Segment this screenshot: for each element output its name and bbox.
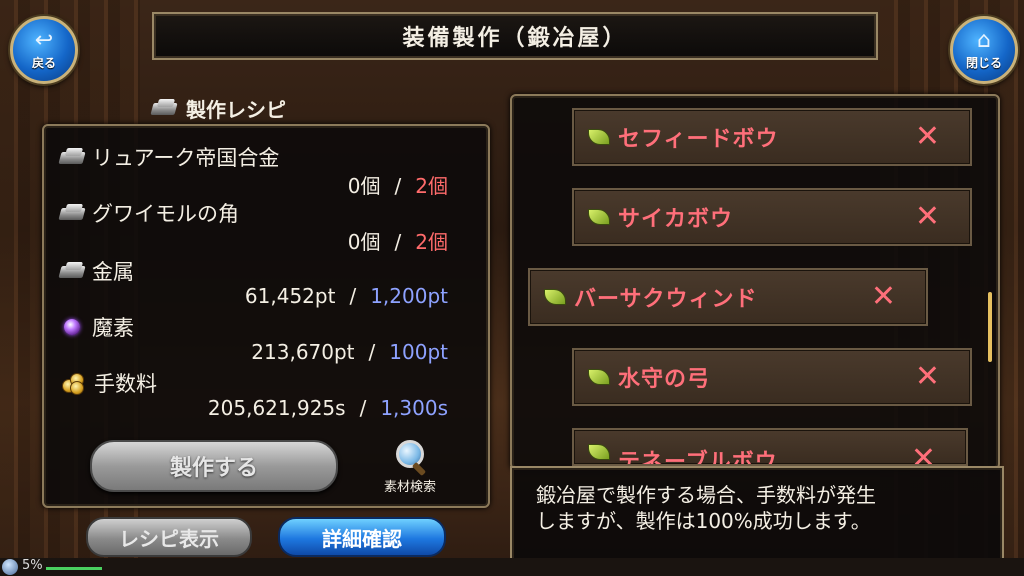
description-text: 鍛冶屋で製作する場合、手数料が発生 しますが、製作は100%成功します。	[536, 482, 876, 534]
status-bar	[0, 558, 1024, 576]
craft-button[interactable]: 製作する	[90, 440, 338, 492]
unavailable-x-icon: ✕	[914, 359, 940, 394]
material-name: リュアーク帝国合金	[92, 146, 280, 170]
material-quantity: 0個 / 2個	[348, 170, 448, 199]
bow-icon	[588, 209, 610, 225]
separator: /	[349, 284, 357, 308]
back-button[interactable]: ↩ 戻る	[10, 16, 78, 84]
bow-icon	[588, 129, 610, 145]
material-quantity: 0個 / 2個	[348, 226, 448, 255]
material-search-button[interactable]: 素材検索	[370, 438, 450, 498]
back-arrow-icon: ↩	[34, 27, 54, 53]
battery-level-bar	[46, 567, 102, 570]
details-button[interactable]: 詳細確認	[278, 517, 446, 557]
battery-icon	[2, 559, 18, 575]
material-row: 金属	[58, 256, 134, 286]
battery-percent: 5%	[22, 558, 43, 573]
recipe-title-text: 製作レシピ	[186, 97, 286, 122]
description-line: 鍛冶屋で製作する場合、手数料が発生	[536, 483, 876, 507]
ingot-icon	[58, 204, 86, 222]
unavailable-x-icon: ✕	[914, 119, 940, 154]
unavailable-x-icon: ✕	[910, 441, 936, 466]
home-icon: ⌂	[977, 27, 991, 53]
bow-icon	[544, 289, 566, 305]
coins-icon	[62, 373, 84, 395]
item-name: テネーブルボウ	[618, 450, 778, 466]
list-item-selected[interactable]: バーサクウィンド ✕	[528, 268, 928, 326]
ingot-icon	[58, 148, 86, 166]
item-name: 水守の弓	[618, 367, 711, 392]
list-item[interactable]: サイカボウ ✕	[572, 188, 972, 246]
material-need: 2個	[415, 230, 448, 254]
list-item[interactable]: セフィードボウ ✕	[572, 108, 972, 166]
material-need: 1,300s	[380, 396, 448, 420]
item-name: セフィードボウ	[618, 127, 779, 152]
close-button-label: 閉じる	[965, 55, 1002, 70]
material-name: 魔素	[92, 316, 134, 340]
page-title: 装備製作（鍛冶屋）	[152, 12, 878, 60]
material-row: リュアーク帝国合金	[58, 142, 279, 172]
material-have: 0個	[347, 230, 381, 254]
unavailable-x-icon: ✕	[914, 199, 940, 234]
material-have: 0個	[347, 174, 381, 198]
list-item[interactable]: テネーブルボウ ✕	[572, 428, 968, 466]
material-row: グワイモルの角	[58, 198, 239, 228]
material-quantity: 61,452pt / 1,200pt	[245, 284, 448, 308]
description-line: しますが、製作は100%成功します。	[536, 509, 871, 533]
material-need: 1,200pt	[370, 284, 448, 308]
list-scrollbar[interactable]	[988, 292, 992, 362]
separator: /	[359, 396, 367, 420]
bow-icon	[588, 444, 610, 460]
unavailable-x-icon: ✕	[870, 279, 896, 314]
recipe-ingot-icon	[150, 99, 178, 117]
material-name: グワイモルの角	[92, 202, 239, 226]
bow-icon	[588, 369, 610, 385]
material-search-label: 素材検索	[383, 480, 436, 495]
material-have: 61,452pt	[244, 284, 336, 308]
item-name: バーサクウィンド	[574, 287, 758, 312]
material-row: 手数料	[58, 368, 157, 398]
magic-orb-icon	[64, 319, 80, 335]
recipe-panel-title: 製作レシピ	[150, 94, 286, 122]
material-row: 魔素	[58, 312, 134, 342]
separator: /	[394, 174, 402, 198]
item-name: サイカボウ	[618, 207, 734, 232]
material-name: 手数料	[94, 372, 157, 396]
description-box: 鍛冶屋で製作する場合、手数料が発生 しますが、製作は100%成功します。	[510, 466, 1004, 564]
material-quantity: 213,670pt / 100pt	[251, 340, 448, 364]
ingot-icon	[58, 262, 86, 280]
material-need: 100pt	[389, 340, 448, 364]
magnifier-icon	[392, 438, 428, 477]
material-need: 2個	[415, 174, 448, 198]
back-button-label: 戻る	[31, 55, 56, 70]
material-quantity: 205,621,925s / 1,300s	[208, 396, 448, 420]
material-have: 213,670pt	[251, 340, 355, 364]
separator: /	[368, 340, 376, 364]
material-have: 205,621,925s	[207, 396, 346, 420]
list-item[interactable]: 水守の弓 ✕	[572, 348, 972, 406]
material-name: 金属	[92, 260, 134, 284]
close-button[interactable]: ⌂ 閉じる	[950, 16, 1018, 84]
separator: /	[394, 230, 402, 254]
recipe-view-button[interactable]: レシピ表示	[86, 517, 252, 557]
